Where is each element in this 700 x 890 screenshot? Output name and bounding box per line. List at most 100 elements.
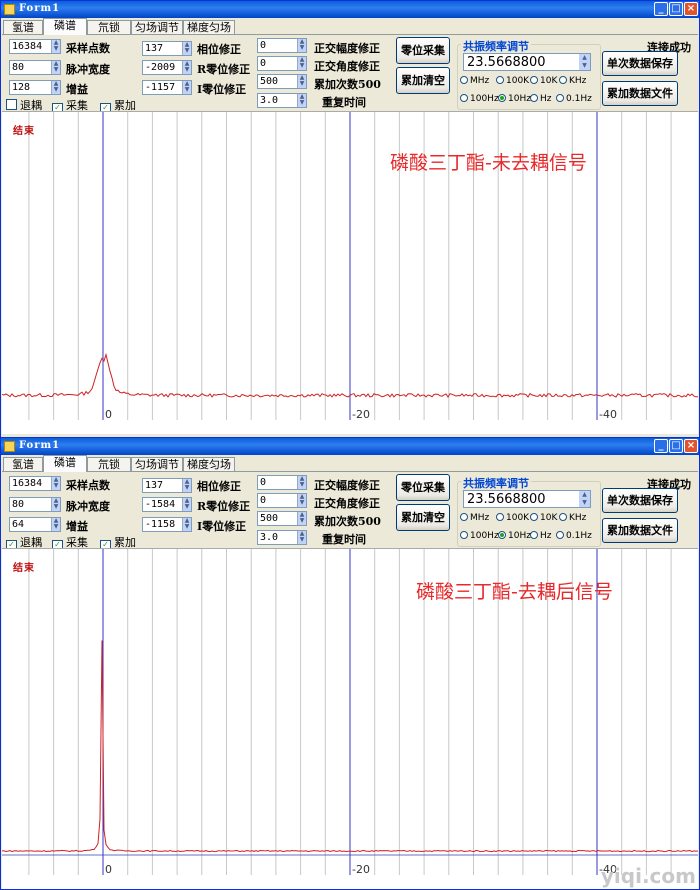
window-decoupled: Form1 _ □ × 氢谱 磷谱 氘锁 匀场调节 梯度匀场 16384 ▲ ▼ 采… [0, 437, 700, 890]
radio-100k[interactable]: 100K [496, 76, 529, 86]
quad-angle-spinner[interactable]: 0 ▲ ▼ [257, 56, 307, 71]
quad-amp-label: 正交幅度修正 [314, 479, 380, 492]
repeat-time-spinner[interactable]: 3.0 ▲ ▼ [257, 530, 307, 545]
quad-amp-label: 正交幅度修正 [314, 42, 380, 55]
radio-mhz[interactable]: MHz [460, 513, 489, 523]
gain-label: 增益 [66, 83, 88, 96]
quad-angle-spinner[interactable]: 0 ▲ ▼ [257, 493, 307, 508]
quad-amp-spinner[interactable]: 0 ▲ ▼ [257, 38, 307, 53]
app-icon [4, 441, 15, 452]
decouple-check-box [6, 99, 17, 110]
x-tick-label: -20 [352, 408, 370, 421]
radio-hz[interactable]: Hz [530, 94, 552, 104]
radio-khz[interactable]: KHz [559, 76, 586, 86]
tab-strip: 氢谱 磷谱 氘锁 匀场调节 梯度匀场 [1, 455, 241, 472]
accum-clear-button[interactable]: 累加清空 [396, 67, 450, 94]
radio-10hz[interactable]: 10Hz [498, 531, 531, 541]
radio-10k[interactable]: 10K [530, 513, 557, 523]
i-zero-spinner[interactable]: -1157 ▲ ▼ [142, 80, 192, 95]
plot-status: 结束 [13, 126, 35, 137]
minimize-button[interactable]: _ [654, 439, 668, 453]
single-save-button[interactable]: 单次数据保存 [602, 51, 678, 76]
control-panel: 16384 ▲ ▼ 采样点数 80 ▲ ▼ 脉冲宽度 64 ▲ ▼ 增益 137 ▲ ▼ 相位修… [2, 471, 698, 551]
sample-points-label: 采样点数 [66, 479, 110, 492]
i-zero-spinner[interactable]: -1158 ▲ ▼ [142, 517, 192, 532]
radio-khz[interactable]: KHz [559, 513, 586, 523]
close-button[interactable]: × [684, 2, 698, 16]
window-title: Form1 [19, 440, 61, 451]
resonance-frequency-group: 共振频率调节 23.5668800 ▲ ▼ MHz 100K 10K KHz 100… [457, 475, 601, 547]
phase-spinner[interactable]: 137 ▲ ▼ [142, 478, 192, 493]
tab-deuterium-lock[interactable]: 氘锁 [87, 20, 131, 34]
frequency-group-label: 共振频率调节 [461, 38, 531, 54]
phase-spinner[interactable]: 137 ▲ ▼ [142, 41, 192, 56]
radio-hz[interactable]: Hz [530, 531, 552, 541]
radio-100hz[interactable]: 100Hz [460, 531, 499, 541]
accum-file-button[interactable]: 累加数据文件 [602, 518, 678, 543]
spectrum-plot[interactable]: 0 -20 -40 结束 磷酸三丁酯-未去耦信号 [2, 111, 698, 434]
accum-count-label: 累加次数500 [314, 515, 381, 528]
r-zero-label: R零位修正 [197, 63, 251, 76]
frequency-group-label: 共振频率调节 [461, 475, 531, 491]
sample-points-spinner[interactable]: 16384 ▲ ▼ [9, 476, 61, 491]
tab-hydrogen[interactable]: 氢谱 [3, 20, 43, 34]
sample-points-label: 采样点数 [66, 42, 110, 55]
zero-acquire-button[interactable]: 零位采集 [396, 474, 450, 501]
tab-shim[interactable]: 匀场调节 [131, 457, 183, 471]
accum-file-button[interactable]: 累加数据文件 [602, 81, 678, 106]
tab-phosphorus[interactable]: 磷谱 [43, 18, 87, 35]
frequency-spinner[interactable]: 23.5668800 ▲ ▼ [463, 53, 591, 71]
tab-gradient-shim[interactable]: 梯度匀场 [183, 457, 235, 471]
sample-points-spinner[interactable]: 16384 ▲ ▼ [9, 39, 61, 54]
resonance-frequency-group: 共振频率调节 23.5668800 ▲ ▼ MHz 100K 10K KHz 100… [457, 38, 601, 110]
maximize-button[interactable]: □ [669, 439, 683, 453]
pulse-width-spinner[interactable]: 80 ▲ ▼ [9, 497, 61, 512]
radio-10k[interactable]: 10K [530, 76, 557, 86]
radio-mhz[interactable]: MHz [460, 76, 489, 86]
r-zero-spinner[interactable]: -2009 ▲ ▼ [142, 60, 192, 75]
repeat-time-label: 重复时间 [322, 533, 366, 546]
single-save-button[interactable]: 单次数据保存 [602, 488, 678, 513]
frequency-spinner[interactable]: 23.5668800 ▲ ▼ [463, 490, 591, 508]
spectrum-caption: 磷酸三丁酯-未去耦信号 [390, 152, 587, 174]
close-button[interactable]: × [684, 439, 698, 453]
title-bar[interactable]: Form1 _ □ × [1, 438, 699, 455]
gain-spinner[interactable]: 64 ▲ ▼ [9, 517, 61, 532]
x-tick-label: 0 [105, 408, 112, 421]
spectrum-plot[interactable]: 0 -20 -40 结束 磷酸三丁酯-去耦后信号 [2, 548, 698, 889]
spectrum-caption: 磷酸三丁酯-去耦后信号 [416, 581, 613, 603]
radio-0-1hz[interactable]: 0.1Hz [556, 94, 592, 104]
radio-100hz[interactable]: 100Hz [460, 94, 499, 104]
watermark: yiqi.com [600, 864, 696, 888]
control-panel: 16384 ▲ ▼ 采样点数 80 ▲ ▼ 脉冲宽度 128 ▲ ▼ 增益 137 ▲ ▼ 相位… [2, 34, 698, 114]
quad-amp-spinner[interactable]: 0 ▲ ▼ [257, 475, 307, 490]
spectrum-svg: 0 -20 -40 [2, 112, 698, 421]
phase-label: 相位修正 [197, 480, 241, 493]
tab-phosphorus[interactable]: 磷谱 [43, 455, 87, 472]
accum-count-spinner[interactable]: 500 ▲ ▼ [257, 511, 307, 526]
accum-count-label: 累加次数500 [314, 78, 381, 91]
radio-10hz[interactable]: 10Hz [498, 94, 531, 104]
pulse-width-spinner[interactable]: 80 ▲ ▼ [9, 60, 61, 75]
gain-spinner[interactable]: 128 ▲ ▼ [9, 80, 61, 95]
window-title: Form1 [19, 3, 61, 14]
accum-count-spinner[interactable]: 500 ▲ ▼ [257, 74, 307, 89]
x-tick-label: -40 [599, 408, 617, 421]
plot-status: 结束 [13, 563, 35, 574]
maximize-button[interactable]: □ [669, 2, 683, 16]
minimize-button[interactable]: _ [654, 2, 668, 16]
x-tick-label: -20 [352, 863, 370, 876]
tab-gradient-shim[interactable]: 梯度匀场 [183, 20, 235, 34]
radio-100k[interactable]: 100K [496, 513, 529, 523]
repeat-time-spinner[interactable]: 3.0 ▲ ▼ [257, 93, 307, 108]
tab-hydrogen[interactable]: 氢谱 [3, 457, 43, 471]
repeat-time-label: 重复时间 [322, 96, 366, 109]
zero-acquire-button[interactable]: 零位采集 [396, 37, 450, 64]
tab-shim[interactable]: 匀场调节 [131, 20, 183, 34]
tab-deuterium-lock[interactable]: 氘锁 [87, 457, 131, 471]
i-zero-label: I零位修正 [197, 83, 247, 96]
radio-0-1hz[interactable]: 0.1Hz [556, 531, 592, 541]
accum-clear-button[interactable]: 累加清空 [396, 504, 450, 531]
r-zero-spinner[interactable]: -1584 ▲ ▼ [142, 497, 192, 512]
title-bar[interactable]: Form1 _ □ × [1, 1, 699, 18]
